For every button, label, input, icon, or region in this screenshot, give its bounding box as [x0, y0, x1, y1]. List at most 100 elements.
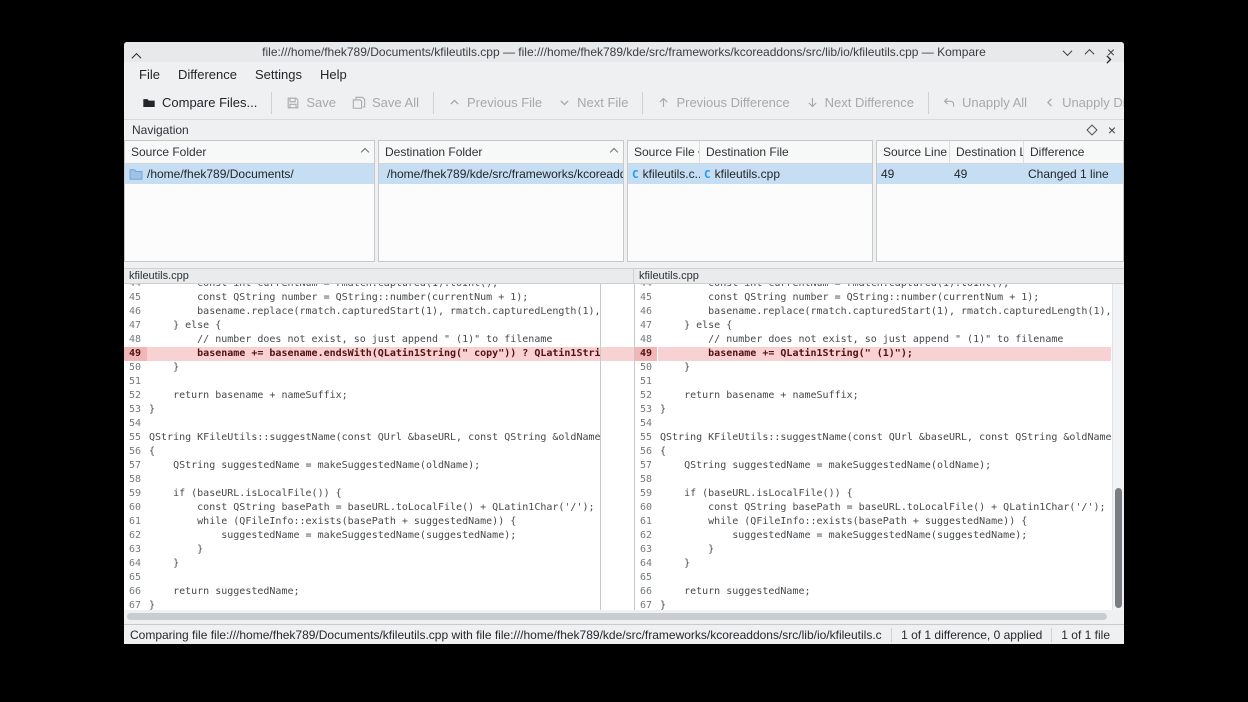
code-line: // number does not exist, so just append… — [147, 333, 600, 347]
code-line: { — [658, 445, 1111, 459]
window-title: file:///home/fhek789/Documents/kfileutil… — [124, 45, 1124, 59]
line-number: 66 — [635, 585, 657, 599]
left-pane-title: kfileutils.cpp — [124, 269, 634, 283]
toolbar-button-label: Compare Files... — [162, 95, 257, 110]
previous-difference-button[interactable]: Previous Difference — [649, 90, 797, 115]
menu-file[interactable]: File — [130, 64, 169, 85]
destination-line-column-header[interactable]: Destination Line — [950, 141, 1024, 163]
horizontal-scrollbar[interactable] — [124, 610, 1124, 623]
compare-files-button[interactable]: Compare Files... — [134, 90, 265, 115]
line-number: 45 — [124, 291, 147, 305]
line-number: 67 — [124, 599, 147, 610]
toolbar-button-label: Save All — [372, 95, 419, 110]
toolbar-button-label: Previous File — [467, 95, 542, 110]
code-line: while (QFileInfo::exists(basePath + sugg… — [147, 515, 600, 529]
file-row[interactable]: C kfileutils.c... C kfileutils.cpp — [628, 164, 872, 184]
minimize-button[interactable] — [1058, 43, 1076, 61]
line-number: 56 — [124, 445, 147, 459]
code-line: } — [658, 403, 1111, 417]
code-line: QString suggestedName = makeSuggestedNam… — [147, 459, 600, 473]
save-icon — [286, 96, 300, 110]
code-line: } — [147, 403, 600, 417]
line-number: 65 — [124, 571, 147, 585]
code-line: } else { — [147, 319, 600, 333]
difference-column-header[interactable]: Difference — [1024, 141, 1123, 163]
diff-view: 4445464748495051525354555657585960616263… — [124, 284, 1124, 610]
line-number: 49 — [635, 347, 657, 361]
save-button[interactable]: Save — [278, 90, 344, 115]
changed-code-line[interactable]: basename += QLatin1String(" (1)"); — [658, 347, 1111, 361]
source-folder-row[interactable]: /home/fhek789/Documents/ — [125, 164, 374, 184]
line-number: 52 — [635, 389, 657, 403]
line-number: 53 — [635, 403, 657, 417]
close-icon: × — [1108, 122, 1116, 138]
difference-row[interactable]: 49 49 Changed 1 line — [877, 164, 1123, 184]
navigation-dock-title: Navigation — [132, 123, 189, 137]
toolbar-button-label: Save — [306, 95, 336, 110]
toolbar-button-label: Previous Difference — [676, 95, 789, 110]
line-number: 45 — [635, 291, 657, 305]
code-line: } — [658, 543, 1111, 557]
navigation-panels: Source Folder /home/fhek789/Documents/ D… — [124, 140, 1124, 262]
changed-code-line[interactable]: basename += basename.endsWith(QLatin1Str… — [147, 347, 600, 361]
differences-panel: Source Line Destination Line Difference … — [876, 140, 1124, 262]
next-file-button[interactable]: Next File — [550, 90, 636, 115]
save-all-button[interactable]: Save All — [344, 90, 427, 115]
line-number: 48 — [635, 333, 657, 347]
line-number: 60 — [124, 501, 147, 515]
code-line: if (baseURL.isLocalFile()) { — [658, 487, 1111, 501]
code-line — [658, 417, 1111, 431]
status-separator — [891, 628, 892, 642]
code-line: } — [658, 361, 1111, 375]
code-line: return suggestedName; — [658, 585, 1111, 599]
dock-close-button[interactable]: × — [1108, 123, 1116, 138]
cpp-file-icon: C — [632, 168, 639, 181]
line-number: 50 — [635, 361, 657, 375]
unapply-difference-button[interactable]: Unapply Difference — [1035, 90, 1124, 115]
line-number: 53 — [124, 403, 147, 417]
status-separator — [1051, 628, 1052, 642]
status-message: Comparing file file:///home/fhek789/Docu… — [130, 628, 882, 642]
line-number: 46 — [124, 305, 147, 319]
code-line: } — [147, 599, 600, 610]
previous-file-button[interactable]: Previous File — [440, 90, 550, 115]
maximize-button[interactable] — [1080, 43, 1098, 61]
chevron-down-icon — [558, 96, 571, 109]
source-file-column-header[interactable]: Source File — [628, 141, 700, 163]
line-number: 49 — [124, 347, 147, 361]
vertical-scrollbar-thumb[interactable] — [1115, 488, 1122, 608]
left-code: const int currentNum = rmatch.captured(1… — [147, 284, 600, 610]
destination-folder-column-header[interactable]: Destination Folder — [379, 141, 623, 163]
source-folder-column-header[interactable]: Source Folder — [125, 141, 374, 163]
toolbar-overflow-icon[interactable] — [1098, 49, 1118, 69]
code-line: basename.replace(rmatch.capturedStart(1)… — [658, 305, 1111, 319]
arrow-up-icon — [657, 96, 670, 109]
line-number: 44 — [124, 284, 147, 291]
cpp-file-icon: C — [704, 168, 711, 181]
line-number: 56 — [635, 445, 657, 459]
code-line — [658, 473, 1111, 487]
menu-help[interactable]: Help — [311, 64, 356, 85]
code-line — [147, 417, 600, 431]
save-all-icon — [352, 96, 366, 110]
next-difference-button[interactable]: Next Difference — [798, 90, 922, 115]
horizontal-scrollbar-thumb[interactable] — [127, 613, 1107, 620]
status-differences: 1 of 1 difference, 0 applied — [901, 628, 1042, 642]
destination-file-column-header[interactable]: Destination File — [700, 141, 872, 163]
folder-icon — [129, 168, 143, 180]
destination-folder-row[interactable]: /home/fhek789/kde/src/frameworks/kcoread… — [379, 164, 623, 184]
line-number: 46 — [635, 305, 657, 319]
menu-difference[interactable]: Difference — [169, 64, 246, 85]
undo-all-icon — [943, 96, 956, 109]
menu-settings[interactable]: Settings — [246, 64, 311, 85]
chevron-left-icon — [1043, 96, 1056, 109]
unapply-all-button[interactable]: Unapply All — [935, 90, 1035, 115]
source-line-column-header[interactable]: Source Line — [877, 141, 950, 163]
dock-float-button[interactable] — [1088, 123, 1096, 137]
line-number: 63 — [635, 543, 657, 557]
line-number: 58 — [124, 473, 147, 487]
diff-pane-headers: kfileutils.cpp kfileutils.cpp — [124, 268, 1124, 284]
titlebar[interactable]: file:///home/fhek789/Documents/kfileutil… — [124, 42, 1124, 62]
vertical-scrollbar[interactable] — [1112, 284, 1124, 610]
code-line: const QString basePath = baseURL.toLocal… — [147, 501, 600, 515]
